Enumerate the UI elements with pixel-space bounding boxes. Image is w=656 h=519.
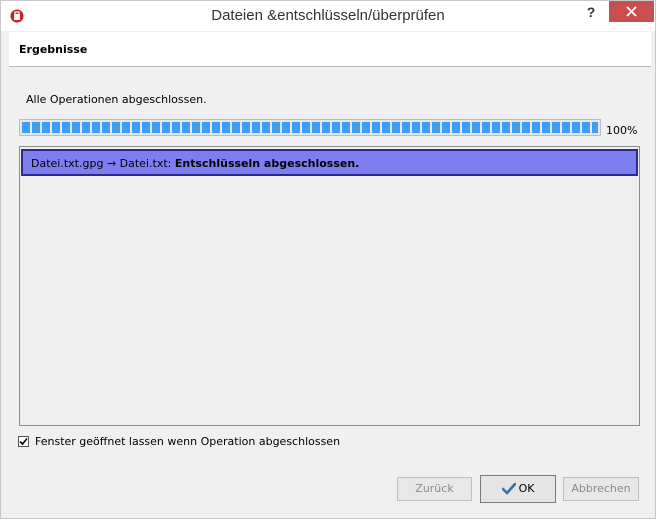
checkmark-icon	[19, 437, 28, 446]
progress-fill	[22, 122, 598, 133]
page-title: Ergebnisse	[19, 43, 88, 56]
ok-button[interactable]: OK	[480, 475, 556, 503]
title-bar[interactable]: Dateien &entschlüsseln/überprüfen ?	[1, 1, 655, 31]
close-button[interactable]	[609, 1, 654, 22]
progress-percent: 100%	[606, 124, 638, 137]
results-list[interactable]: Datei.txt.gpg → Datei.txt: Entschlüsseln…	[19, 146, 640, 426]
result-message: Entschlüsseln abgeschlossen.	[174, 157, 360, 170]
keep-open-label[interactable]: Fenster geöffnet lassen wenn Operation a…	[35, 435, 340, 448]
cancel-button[interactable]: Abbrechen	[563, 477, 639, 501]
result-source: Datei.txt.gpg	[31, 157, 104, 170]
ok-check-icon	[501, 483, 516, 495]
window-title: Dateien &entschlüsseln/überprüfen	[211, 7, 445, 24]
result-text: Datei.txt.gpg → Datei.txt: Entschlüsseln…	[31, 157, 359, 170]
arrow-icon: →	[106, 157, 117, 170]
progress-bar	[19, 119, 601, 136]
ok-label: OK	[518, 482, 535, 495]
close-icon	[626, 6, 637, 17]
status-text: Alle Operationen abgeschlossen.	[26, 93, 207, 106]
result-target: Datei.txt:	[119, 157, 172, 170]
help-button[interactable]: ?	[579, 4, 603, 24]
back-button[interactable]: Zurück	[397, 477, 472, 501]
keep-open-checkbox[interactable]	[18, 436, 29, 447]
page-header: Ergebnisse	[9, 32, 651, 67]
result-item[interactable]: Datei.txt.gpg → Datei.txt: Entschlüsseln…	[21, 149, 638, 176]
dialog-window: Dateien &entschlüsseln/überprüfen ? Erge…	[0, 0, 656, 519]
